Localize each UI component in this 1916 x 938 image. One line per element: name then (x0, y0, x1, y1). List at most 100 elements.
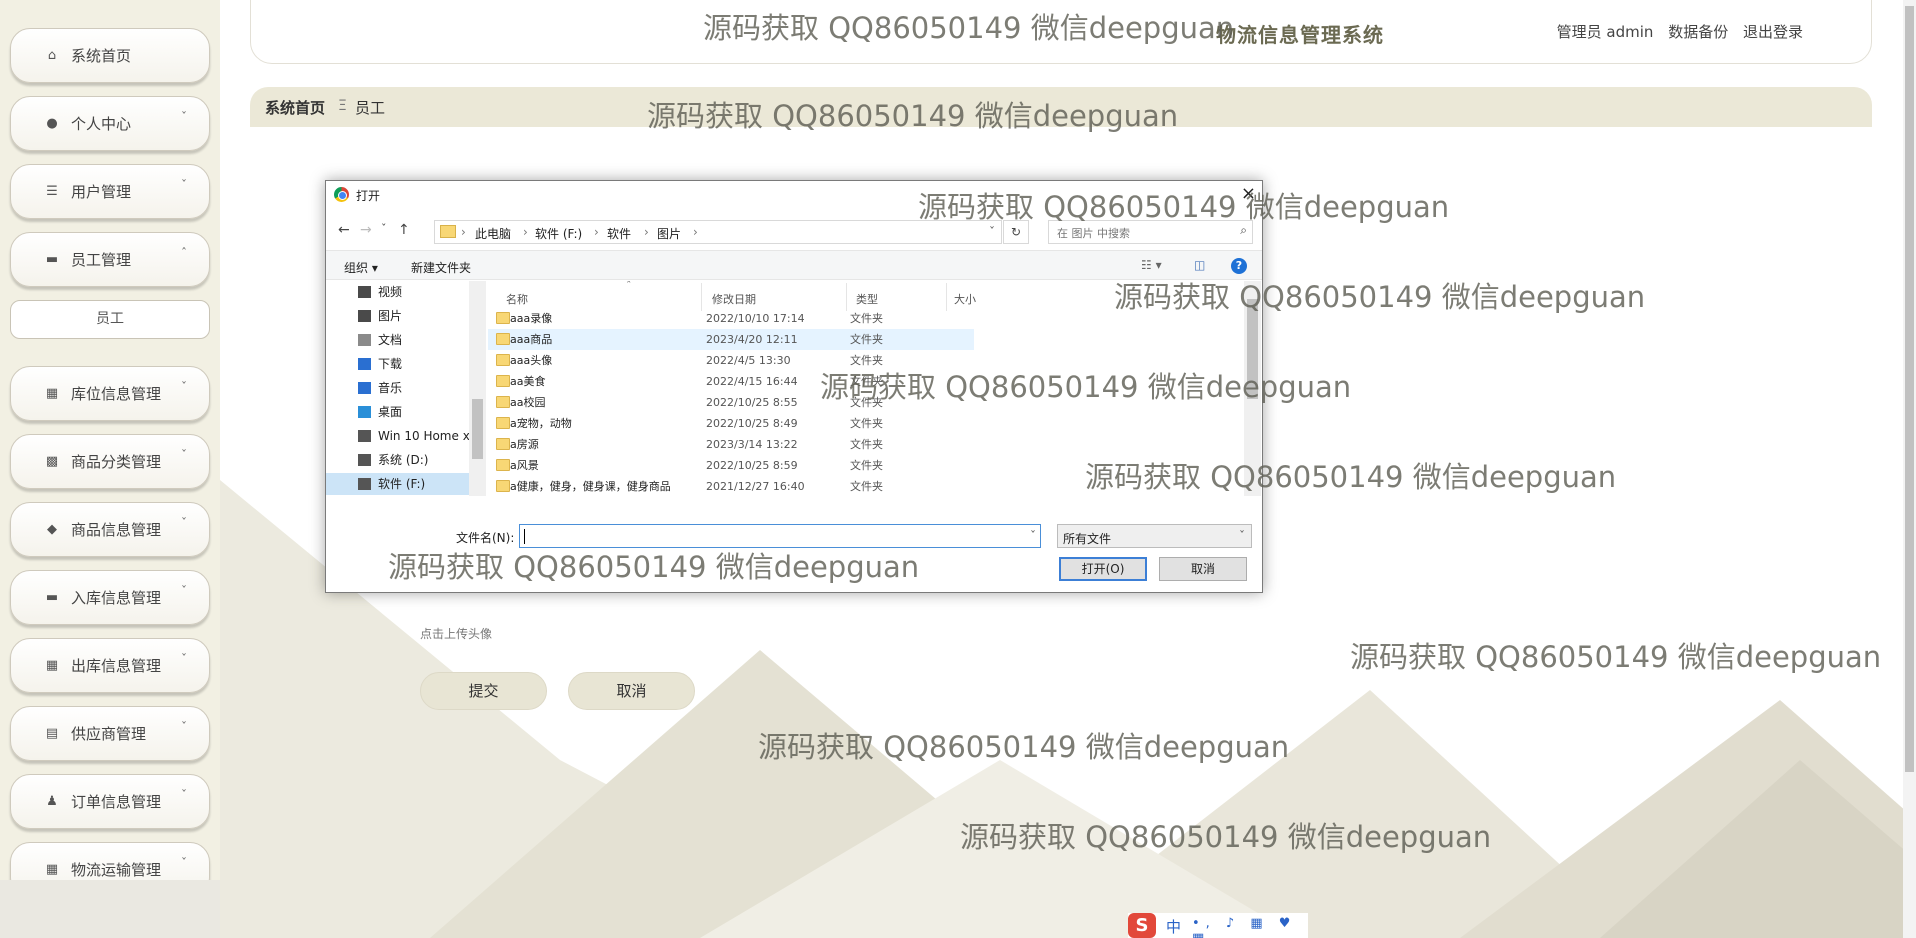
file-name: aa校园 (510, 396, 546, 409)
sidebar-item[interactable]: ▦ 出库信息管理 ˇ (10, 638, 210, 693)
sidebar-item[interactable]: ⌂ 系统首页 (10, 28, 210, 83)
column-type[interactable]: 类型 (856, 291, 878, 307)
sidebar-item-label: 库位信息管理 (71, 385, 162, 403)
tree-scrollbar-thumb[interactable] (472, 399, 483, 459)
forward-arrow-icon[interactable]: → (360, 222, 372, 238)
dialog-titlebar[interactable]: 打开 × (326, 181, 1262, 209)
tree-item[interactable]: 软件 (F:) (326, 473, 469, 495)
sidebar-item[interactable]: ▬ 员工管理 ˆ (10, 232, 210, 287)
sidebar-item[interactable]: ▦ 物流运输管理 ˇ (10, 842, 210, 880)
tree-item[interactable]: 桌面 (326, 401, 469, 423)
dialog-cancel-button[interactable]: 取消 (1159, 557, 1247, 581)
avatar-upload-hint[interactable]: 点击上传头像 (420, 625, 492, 642)
file-list: 名称 ˆ 修改日期 类型 大小 aaa录像 2022/10/10 17:14 文… (486, 281, 1244, 496)
file-row[interactable]: aaa头像 2022/4/5 13:30 文件夹 (488, 350, 974, 371)
up-arrow-icon[interactable]: ↑ (398, 222, 410, 238)
filename-dropdown-icon[interactable]: ˇ (1030, 529, 1036, 543)
submit-button[interactable]: 提交 (420, 672, 547, 710)
sidebar-item[interactable]: ● 个人中心 ˇ (10, 96, 210, 151)
tree-scrollbar[interactable] (469, 281, 486, 496)
tree-item[interactable]: 系统 (D:) (326, 449, 469, 471)
filename-input[interactable]: ˇ (519, 524, 1041, 548)
sidebar-item[interactable]: ◆ 商品信息管理 ˇ (10, 502, 210, 557)
monitor-icon: ▬ (45, 590, 59, 605)
breadcrumb-current: 员工 (355, 99, 386, 117)
address-bar[interactable]: › 此电脑 › 软件 (F:) › 软件 › 图片 › ˇ (434, 220, 1002, 244)
file-row[interactable]: aa校园 2022/10/25 8:55 文件夹 (488, 392, 974, 413)
sidebar-item-label: 系统首页 (71, 47, 132, 65)
sidebar-item-label: 商品分类管理 (71, 453, 162, 471)
file-list-scrollbar-thumb[interactable] (1247, 299, 1258, 399)
file-row[interactable]: aaa录像 2022/10/10 17:14 文件夹 (488, 308, 974, 329)
sogou-logo-icon[interactable]: S (1128, 913, 1156, 938)
file-row[interactable]: aaa商品 2023/4/20 12:11 文件夹 (488, 329, 974, 350)
view-options-icon[interactable]: ☷ ▾ (1141, 258, 1162, 272)
address-dropdown-icon[interactable]: ˇ (989, 225, 995, 239)
breadcrumb-separator: Ξ (338, 98, 347, 114)
sidebar-item[interactable]: ▩ 商品分类管理 ˇ (10, 434, 210, 489)
column-modified[interactable]: 修改日期 (712, 291, 756, 307)
file-modified: 2022/4/5 13:30 (706, 354, 791, 367)
page-scrollbar[interactable] (1903, 0, 1916, 938)
file-row[interactable]: a宠物，动物 2022/10/25 8:49 文件夹 (488, 413, 974, 434)
filetype-select[interactable]: 所有文件 ˇ (1057, 524, 1252, 548)
search-input[interactable]: 在 图片 中搜索 ⌕ (1048, 220, 1253, 244)
path-sep-icon: › (644, 225, 649, 239)
path-segment[interactable]: 软件 (F:) (535, 225, 582, 242)
organize-button[interactable]: 组织 ▾ (344, 259, 378, 276)
cancel-button[interactable]: 取消 (568, 672, 695, 710)
admin-user-label: 管理员 admin (1556, 23, 1654, 41)
sidebar-item-label: 供应商管理 (71, 725, 147, 743)
sidebar-item[interactable]: ▬ 入库信息管理 ˇ (10, 570, 210, 625)
file-list-scrollbar[interactable] (1244, 281, 1261, 496)
ime-tools-icon[interactable]: •, ♪ ▦ ♥ ▦ (1192, 916, 1308, 938)
ime-toolbar[interactable]: S 中 •, ♪ ▦ ♥ ▦ (1128, 913, 1308, 938)
open-button[interactable]: 打开(O) (1059, 557, 1147, 581)
column-divider (846, 283, 847, 311)
ime-mode-label[interactable]: 中 (1166, 916, 1181, 937)
preview-pane-icon[interactable]: ◫ (1194, 258, 1205, 272)
column-name[interactable]: 名称 (506, 291, 528, 307)
help-icon[interactable]: ? (1231, 258, 1247, 274)
tree-item-label: Win 10 Home x (378, 429, 469, 443)
page-scrollbar-thumb[interactable] (1905, 6, 1914, 772)
user-icon: ● (46, 116, 58, 131)
sidebar-item[interactable]: ▤ 供应商管理 ˇ (10, 706, 210, 761)
column-size[interactable]: 大小 (954, 291, 976, 307)
sort-ascending-icon: ˆ (626, 281, 632, 292)
file-name: aaa头像 (510, 354, 553, 367)
file-row[interactable]: a风景 2022/10/25 8:59 文件夹 (488, 455, 974, 476)
tree-item[interactable]: 下载 (326, 353, 469, 375)
path-segment[interactable]: 软件 (607, 225, 631, 242)
refresh-icon[interactable]: ↻ (1003, 220, 1029, 244)
back-arrow-icon[interactable]: ← (338, 222, 350, 238)
new-folder-button[interactable]: 新建文件夹 (411, 259, 471, 276)
search-icon[interactable]: ⌕ (1240, 223, 1247, 238)
path-sep-icon: › (693, 225, 698, 239)
file-name: a宠物，动物 (510, 417, 572, 430)
logout-link[interactable]: 退出登录 (1743, 23, 1803, 41)
tree-item[interactable]: 音乐 (326, 377, 469, 399)
file-row[interactable]: a房源 2023/3/14 13:22 文件夹 (488, 434, 974, 455)
file-row[interactable]: a健康，健身，健身课，健身商品 2021/12/27 16:40 文件夹 (488, 476, 974, 496)
file-name: aa美食 (510, 375, 546, 388)
backup-link[interactable]: 数据备份 (1668, 23, 1728, 41)
file-type: 文件夹 (850, 375, 883, 388)
path-segment[interactable]: 图片 (657, 225, 681, 242)
tree-item[interactable]: Win 10 Home x (326, 425, 469, 447)
recent-locations-icon[interactable]: ˇ (381, 222, 387, 235)
file-row[interactable]: aa美食 2022/4/15 16:44 文件夹 (488, 371, 974, 392)
breadcrumb-home[interactable]: 系统首页 (265, 97, 325, 118)
tree-item[interactable]: 图片 (326, 305, 469, 327)
path-segment[interactable]: 此电脑 (475, 225, 511, 242)
sidebar-item[interactable]: ☰ 用户管理 ˇ (10, 164, 210, 219)
sidebar-item[interactable]: ♟ 订单信息管理 ˇ (10, 774, 210, 829)
sidebar-item[interactable]: ▦ 库位信息管理 ˇ (10, 366, 210, 421)
sidebar-subitem-employee[interactable]: 员工 (10, 300, 210, 339)
sidebar-item-label: 商品信息管理 (71, 521, 162, 539)
chevron-icon: ˇ (181, 584, 187, 598)
tree-item[interactable]: 视频 (326, 281, 469, 303)
tree-item-label: 图片 (378, 309, 403, 323)
close-icon[interactable]: × (1241, 183, 1256, 204)
tree-item[interactable]: 文档 (326, 329, 469, 351)
